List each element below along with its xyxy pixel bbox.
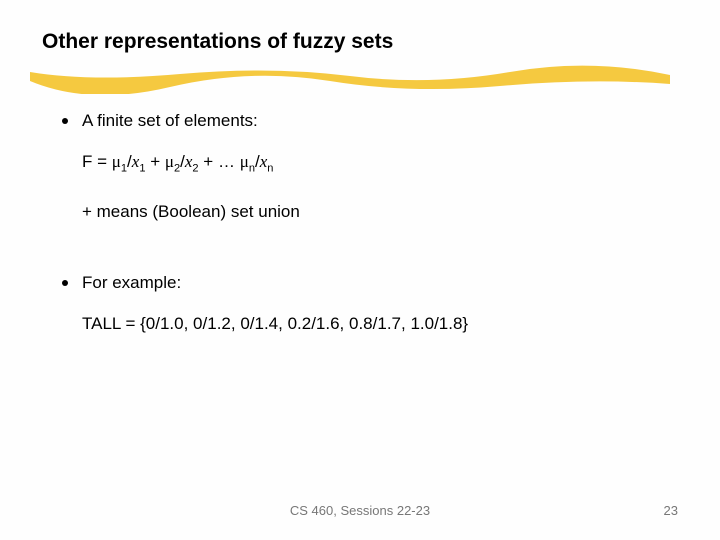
mu-2: μ — [165, 152, 174, 171]
formula-lhs: F = — [82, 152, 112, 171]
footer-page-number: 23 — [664, 503, 678, 518]
plus-1: + — [145, 152, 164, 171]
slide-body: A finite set of elements: F = μ1/x1 + μ2… — [62, 110, 662, 354]
mu-1: μ — [112, 152, 121, 171]
formula-definition: F = μ1/x1 + μ2/x2 + … μn/xn — [82, 151, 662, 172]
bullet-finite-text: A finite set of elements: — [82, 110, 662, 131]
plus-dots: + … — [199, 152, 240, 171]
bullet-dot-icon — [62, 118, 68, 124]
mu-n: μ — [240, 152, 249, 171]
bullet-finite-set: A finite set of elements: — [62, 110, 662, 131]
footer-course: CS 460, Sessions 22-23 — [0, 503, 720, 518]
bullet-example-text: For example: — [82, 272, 662, 293]
title-underline — [30, 64, 670, 94]
tall-example: TALL = {0/1.0, 0/1.2, 0/1.4, 0.2/1.6, 0.… — [82, 313, 662, 334]
x-n-sub: n — [267, 163, 273, 175]
slide-title: Other representations of fuzzy sets — [42, 30, 393, 54]
slide: Other representations of fuzzy sets A fi… — [0, 0, 720, 540]
tall-label: TALL = — [82, 314, 140, 333]
tall-set: {0/1.0, 0/1.2, 0/1.4, 0.2/1.6, 0.8/1.7, … — [140, 314, 468, 333]
bullet-dot-icon — [62, 280, 68, 286]
union-note: + means (Boolean) set union — [82, 201, 662, 222]
bullet-example: For example: — [62, 272, 662, 293]
